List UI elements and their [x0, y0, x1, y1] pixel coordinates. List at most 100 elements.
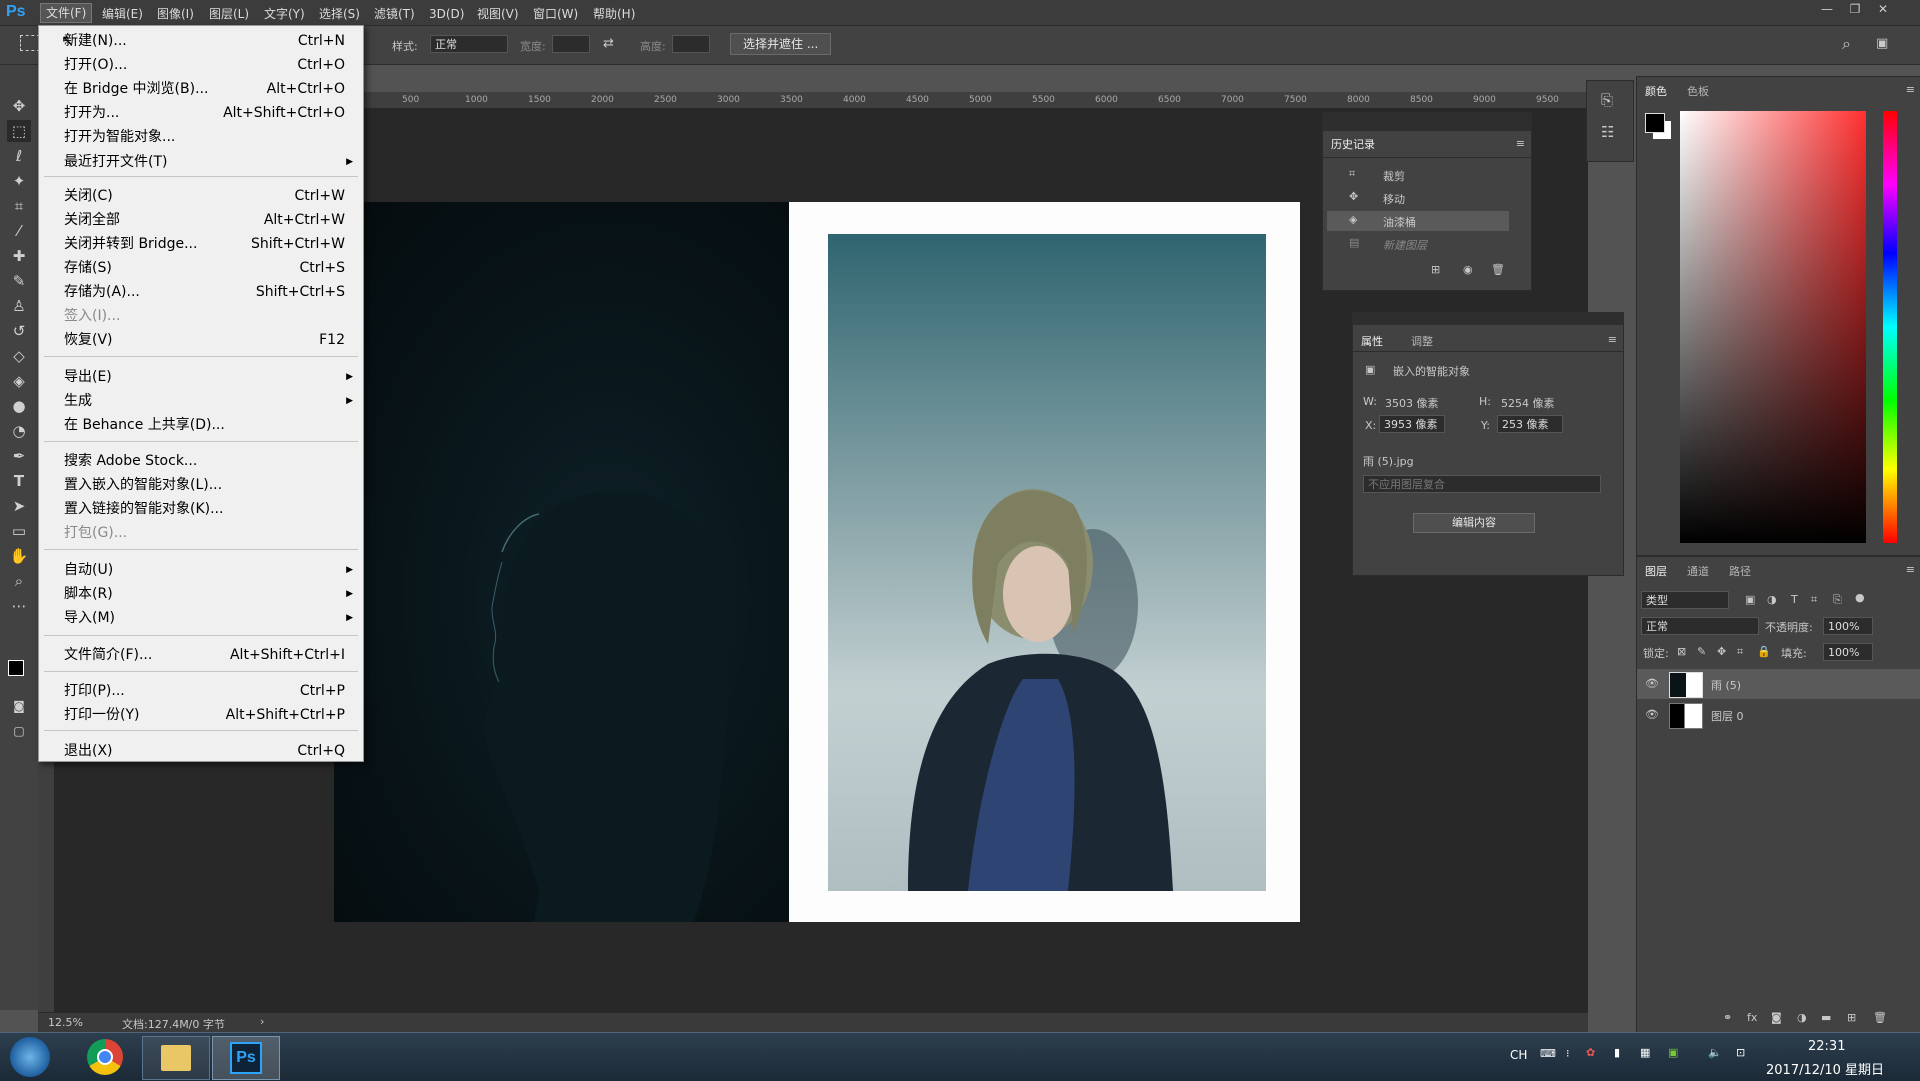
panel-menu-icon[interactable]: ≡ [1608, 333, 1617, 346]
lock-all-icon[interactable]: 🔒 [1757, 645, 1771, 658]
menu-edit[interactable]: 编辑(E) [97, 5, 148, 23]
tab-paths[interactable]: 路径 [1729, 563, 1751, 579]
lasso-tool-icon[interactable]: ℓ [7, 145, 31, 167]
delete-layer-icon[interactable]: 🗑 [1873, 1011, 1887, 1024]
add-mask-icon[interactable]: ◙ [1771, 1011, 1782, 1024]
menu-image[interactable]: 图像(I) [152, 5, 199, 23]
tab-layers[interactable]: 图层 [1645, 563, 1667, 579]
menu-item-print[interactable]: 打印(P)... Ctrl+P [64, 681, 345, 701]
visibility-eye-icon[interactable]: 👁 [1645, 677, 1659, 690]
layer-filter-select[interactable]: 类型 [1641, 591, 1729, 609]
healing-brush-icon[interactable]: ✚ [7, 245, 31, 267]
menu-window[interactable]: 窗口(W) [528, 5, 583, 23]
trash-icon[interactable]: 🗑 [1491, 263, 1505, 276]
visibility-eye-icon[interactable]: 👁 [1645, 708, 1659, 721]
crop-tool-icon[interactable]: ⌗ [7, 195, 31, 217]
height-value[interactable]: 5254 像素 [1501, 395, 1555, 411]
menu-layer[interactable]: 图层(L) [204, 5, 254, 23]
y-input[interactable]: 253 像素 [1497, 415, 1563, 433]
brush-tool-icon[interactable]: ✎ [7, 270, 31, 292]
properties-panel-icon[interactable]: ☷ [1601, 123, 1614, 141]
rectangle-tool-icon[interactable]: ▭ [7, 520, 31, 542]
eyedropper-icon[interactable]: ⁄ [7, 220, 31, 242]
width-input[interactable] [552, 35, 590, 53]
foreground-color-swatch[interactable] [1645, 113, 1665, 133]
menu-filter[interactable]: 滤镜(T) [369, 5, 420, 23]
menu-view[interactable]: 视图(V) [472, 5, 524, 23]
quick-mask-icon[interactable]: ◙ [7, 695, 31, 717]
fill-input[interactable]: 100% [1823, 643, 1873, 661]
history-item[interactable]: ▤ 新建图层 [1327, 234, 1509, 254]
eraser-icon[interactable]: ◇ [7, 345, 31, 367]
adjustment-layer-icon[interactable]: ◑ [1797, 1011, 1807, 1024]
close-icon[interactable]: ✕ [1872, 2, 1894, 20]
menu-item-close-and-go-to-bridge[interactable]: 关闭并转到 Bridge... Shift+Ctrl+W [64, 234, 345, 254]
history-panel-icon[interactable]: ⎘ [1601, 91, 1613, 109]
search-icon[interactable]: ⌕ [1842, 34, 1851, 54]
network-icon[interactable]: ⊡ [1736, 1046, 1745, 1059]
tab-channels[interactable]: 通道 [1687, 563, 1709, 579]
marquee-tool-icon[interactable]: ⬚ [7, 120, 31, 142]
tab-adjustments[interactable]: 调整 [1411, 333, 1433, 349]
zoom-level[interactable]: 12.5% [48, 1016, 83, 1029]
menu-item-import[interactable]: 导入(M) ▶ [64, 608, 353, 628]
menu-item-print-one-copy[interactable]: 打印一份(Y) Alt+Shift+Ctrl+P [64, 705, 345, 725]
menu-item-exit[interactable]: 退出(X) Ctrl+Q [64, 741, 345, 761]
filter-pixel-icon[interactable]: ▣ [1745, 593, 1755, 606]
tray-expand-icon[interactable]: ⁝ [1566, 1047, 1570, 1060]
volume-icon[interactable]: 🔈 [1708, 1046, 1722, 1059]
clock-date[interactable]: 2017/12/10 星期日 [1766, 1059, 1884, 1078]
clock-time[interactable]: 22:31 [1808, 1039, 1845, 1054]
photoshop-taskbar-icon[interactable]: Ps [212, 1036, 280, 1080]
menu-item-new[interactable]: 新建(N)... Ctrl+N [64, 31, 345, 51]
history-tab[interactable]: 历史记录 [1331, 136, 1375, 152]
hue-slider[interactable] [1883, 111, 1897, 543]
pen-tool-icon[interactable]: ✒ [7, 445, 31, 467]
language-indicator[interactable]: CH [1510, 1048, 1527, 1062]
menu-help[interactable]: 帮助(H) [588, 5, 640, 23]
blur-tool-icon[interactable]: ● [7, 395, 31, 417]
marquee-tool-preset-icon[interactable] [20, 35, 40, 51]
menu-type[interactable]: 文字(Y) [259, 5, 310, 23]
style-select[interactable]: 正常 [430, 35, 508, 53]
fx-icon[interactable]: fx [1747, 1011, 1757, 1024]
layer-comp-select[interactable]: 不应用图层复合 [1363, 475, 1601, 493]
menu-item-share-on-behance[interactable]: 在 Behance 上共享(D)... [64, 415, 345, 435]
lock-artboard-icon[interactable]: ⌗ [1737, 645, 1743, 659]
x-input[interactable]: 3953 像素 [1379, 415, 1445, 433]
lock-paint-icon[interactable]: ✎ [1697, 645, 1706, 658]
menu-item-close[interactable]: 关闭(C) Ctrl+W [64, 186, 345, 206]
menu-select[interactable]: 选择(S) [314, 5, 365, 23]
layer-row[interactable]: 👁 图层 0 [1637, 700, 1920, 730]
path-selection-icon[interactable]: ➤ [7, 495, 31, 517]
hand-tool-icon[interactable]: ✋ [7, 545, 31, 567]
group-folder-icon[interactable]: ▬ [1821, 1011, 1831, 1024]
tab-properties[interactable]: 属性 [1361, 333, 1383, 349]
more-tools-icon[interactable]: ⋯ [7, 595, 31, 617]
blend-mode-select[interactable]: 正常 [1641, 617, 1759, 635]
restore-icon[interactable]: ❐ [1844, 2, 1866, 20]
history-item[interactable]: ✥ 移动 [1327, 188, 1509, 208]
menu-3d[interactable]: 3D(D) [424, 5, 469, 23]
history-brush-icon[interactable]: ↺ [7, 320, 31, 342]
menu-item-generate[interactable]: 生成 ▶ [64, 391, 353, 411]
menu-item-save-as[interactable]: 存储为(A)... Shift+Ctrl+S [64, 282, 345, 302]
tray-app-icon[interactable]: ✿ [1586, 1046, 1595, 1059]
link-layers-icon[interactable]: ⚭ [1723, 1011, 1732, 1024]
zoom-tool-icon[interactable]: ⌕ [7, 570, 31, 592]
opacity-input[interactable]: 100% [1823, 617, 1873, 635]
panel-menu-icon[interactable]: ≡ [1906, 563, 1915, 576]
clone-stamp-icon[interactable]: ♙ [7, 295, 31, 317]
panel-menu-icon[interactable]: ≡ [1516, 137, 1525, 150]
battery-icon[interactable]: ▮ [1614, 1046, 1620, 1059]
menu-item-open-recent[interactable]: 最近打开文件(T) ▶ [64, 152, 353, 172]
swap-icon[interactable]: ⇄ [603, 36, 614, 51]
filter-toggle-icon[interactable]: ● [1855, 591, 1865, 604]
tab-swatches[interactable]: 色板 [1687, 83, 1709, 99]
chrome-icon[interactable] [72, 1036, 138, 1078]
layer-row-selected[interactable]: 👁 雨 (5) [1637, 669, 1920, 699]
file-explorer-icon[interactable] [142, 1036, 210, 1080]
menu-item-close-all[interactable]: 关闭全部 Alt+Ctrl+W [64, 210, 345, 230]
menu-file[interactable]: 文件(F) [40, 3, 93, 23]
workspace-icon[interactable]: ▣ [1876, 36, 1888, 51]
